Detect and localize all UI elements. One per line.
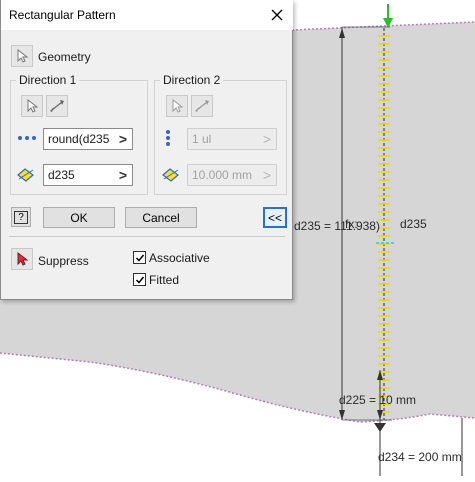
close-button[interactable] — [265, 3, 289, 27]
cursor-select-icon — [27, 99, 38, 113]
dimension-text-fx: fx: — [345, 217, 358, 231]
close-icon — [271, 9, 283, 21]
fitted-checkbox[interactable] — [133, 273, 146, 286]
chevron-right-icon[interactable]: > — [114, 129, 132, 149]
flip-direction-icon — [50, 100, 64, 112]
collapse-button[interactable]: << — [263, 207, 287, 228]
direction2-path-button[interactable] — [166, 95, 188, 117]
associative-label: Associative — [149, 251, 210, 265]
d234-arrow — [374, 423, 386, 432]
count-icon — [18, 136, 36, 140]
suppress-button[interactable] — [11, 248, 33, 270]
direction2-spacing-field[interactable]: > — [187, 164, 277, 186]
cancel-button[interactable]: Cancel — [125, 207, 197, 228]
flip-direction-icon — [195, 100, 209, 112]
count-icon — [166, 130, 170, 146]
dimension-text-d235-short[interactable]: d235 — [400, 217, 427, 231]
dimension-text-d235[interactable]: d235 = 111.938) — [294, 219, 380, 233]
geometry-select-button[interactable] — [11, 45, 33, 67]
dimension-text-d234[interactable]: d234 = 200 mm — [378, 450, 462, 464]
dimension-text-d225[interactable]: d225 = 10 mm — [339, 393, 416, 407]
direction2-count-field[interactable]: > — [187, 128, 277, 150]
checkmark-icon — [135, 276, 144, 284]
ok-button[interactable]: OK — [43, 207, 115, 228]
direction1-flip-button[interactable] — [46, 95, 68, 117]
checkmark-icon — [135, 254, 144, 262]
suppress-label: Suppress — [38, 254, 89, 268]
direction2-title: Direction 2 — [160, 73, 224, 87]
direction2-spacing-input[interactable] — [188, 165, 258, 185]
chevron-right-icon[interactable]: > — [258, 129, 276, 149]
help-icon: ? — [14, 210, 28, 224]
associative-checkbox[interactable] — [133, 251, 146, 264]
direction1-spacing-field[interactable]: > — [43, 164, 133, 186]
cursor-red-icon — [17, 252, 28, 266]
geometry-label: Geometry — [38, 50, 91, 64]
chevron-right-icon[interactable]: > — [258, 165, 276, 185]
direction2-flip-button[interactable] — [191, 95, 213, 117]
direction1-count-input[interactable] — [44, 129, 114, 149]
help-button[interactable]: ? — [11, 207, 31, 227]
divider — [9, 236, 285, 237]
direction1-path-button[interactable] — [21, 95, 43, 117]
dialog-title: Rectangular Pattern — [9, 8, 116, 22]
cursor-select-icon — [17, 49, 28, 63]
fitted-label: Fitted — [149, 273, 180, 287]
direction2-count-input[interactable] — [188, 129, 258, 149]
spacing-icon — [17, 168, 34, 182]
dialog-titlebar[interactable]: Rectangular Pattern — [1, 0, 293, 30]
spacing-icon — [162, 168, 179, 182]
rectangular-pattern-dialog: Rectangular Pattern Geometry Direction 1 — [0, 0, 293, 300]
direction1-title: Direction 1 — [16, 73, 80, 87]
cursor-select-icon — [172, 99, 183, 113]
direction1-count-field[interactable]: > — [43, 128, 133, 150]
chevron-right-icon[interactable]: > — [114, 165, 132, 185]
direction1-spacing-input[interactable] — [44, 165, 114, 185]
